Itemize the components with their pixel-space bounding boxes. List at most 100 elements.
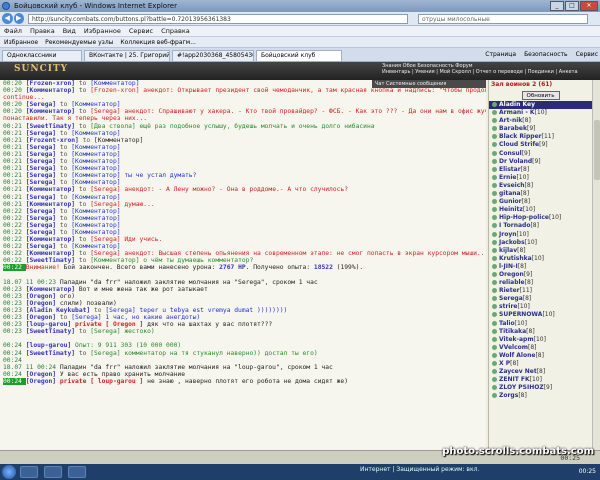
tab-vkontakte[interactable]: ВКонтакте | 25. Григорий ... (84, 50, 170, 61)
chat-segment[interactable]: [Serega] (26, 144, 56, 151)
menu-item-2[interactable]: Вид (63, 27, 76, 35)
chat-segment[interactable]: [loup-garou] (26, 342, 72, 349)
user-name[interactable]: Heinitz (499, 206, 523, 213)
minimize-button[interactable]: _ (550, 1, 564, 11)
user-name[interactable]: reliable (499, 279, 525, 286)
chat-segment[interactable]: [Serega] (26, 101, 56, 108)
forward-icon[interactable]: ▶ (13, 13, 24, 24)
user-name[interactable]: Titikaka (499, 328, 526, 335)
chat-segment[interactable]: [Комментатор] (26, 286, 75, 293)
close-button[interactable]: ✕ (580, 1, 598, 11)
back-icon[interactable]: ◀ (2, 13, 13, 24)
user-name[interactable]: Serega (499, 295, 523, 302)
user-list-item[interactable]: Heinitz[10] (489, 206, 592, 214)
favorite-item-2[interactable]: Коллекция веб-фрагм... (120, 39, 196, 46)
user-name[interactable]: ZENIT FK (499, 376, 530, 383)
chat-segment[interactable]: [Aladin Keykubat] (26, 307, 90, 314)
user-list-item[interactable]: Rieter[11] (489, 287, 592, 295)
user-name[interactable]: Dr Voland (499, 158, 532, 165)
user-list-item[interactable]: Wolf Alone[8] (489, 352, 592, 360)
chat-segment[interactable]: [Комментатор] (26, 201, 75, 208)
favorite-item-1[interactable]: Рекомендуемые узлы (45, 39, 113, 46)
menu-item-1[interactable]: Правка (30, 27, 55, 35)
user-name[interactable]: Aladin Key (499, 101, 535, 108)
user-name[interactable]: Evseich (499, 182, 525, 189)
user-name[interactable]: Jroyn (499, 231, 517, 238)
taskbar-media-icon[interactable] (68, 466, 86, 478)
user-name[interactable]: I Tornado (499, 222, 530, 229)
user-list-item[interactable]: Art-nik[8] (489, 117, 592, 125)
url-input[interactable]: http://suncity.combats.com/buttons.pl?ba… (28, 14, 408, 24)
chat-segment[interactable]: [Oregon] (26, 371, 56, 378)
user-list-item[interactable]: Zorgs[8] (489, 392, 592, 400)
chat-segment[interactable]: [Frozen-xron] (26, 80, 75, 87)
user-name[interactable]: VVelcom (499, 344, 528, 351)
user-name[interactable]: Vitek-apm (499, 336, 534, 343)
user-name[interactable]: Elistar (499, 166, 521, 173)
user-name[interactable]: Hip-Hop-police (499, 214, 549, 221)
user-list-item[interactable]: Talio[10] (489, 320, 592, 328)
start-button-icon[interactable] (2, 465, 16, 479)
chat-segment[interactable]: [SweetTimaty] (26, 123, 75, 130)
menu-item-5[interactable]: Справка (161, 27, 190, 35)
user-name[interactable]: Wolf Alone (499, 352, 535, 359)
tab-odnoklassniki[interactable]: Одноклассники (2, 50, 82, 61)
search-input[interactable]: отруцы милосольные (418, 14, 588, 24)
user-name[interactable]: ZLOY PSIHOZ (499, 384, 544, 391)
chat-segment[interactable]: [Serega] (26, 130, 56, 137)
user-list-item[interactable]: Hip-Hop-police[10] (489, 214, 592, 222)
chat-segment[interactable]: [loup-garou] (26, 321, 72, 328)
chat-segment[interactable]: [Serega] (26, 151, 56, 158)
user-list-item[interactable]: Ernie[10] (489, 174, 592, 182)
chat-segment[interactable]: [SweetTimaty] (26, 257, 75, 264)
chat-segment[interactable]: [Serega] (26, 243, 56, 250)
game-menuline[interactable]: Инвентарь | Умения | Мой Скролл | Отчет … (382, 69, 600, 75)
user-name[interactable]: Krutishka (499, 255, 532, 262)
user-list-item[interactable]: Consul[9] (489, 150, 592, 158)
user-list-item[interactable]: Aladin Key[11] (489, 101, 592, 110)
user-name[interactable]: Armani - K (499, 109, 535, 116)
user-list-item[interactable]: Jroyn[10] (489, 231, 592, 239)
command-2[interactable]: Сервис (576, 51, 598, 58)
chat-segment[interactable]: [Комментатор] (26, 236, 75, 243)
user-list-item[interactable]: Black Ripper[11] (489, 133, 592, 141)
chat-segment[interactable]: [Serega] (26, 172, 56, 179)
user-name[interactable]: Zorgs (499, 392, 518, 399)
user-list-item[interactable]: Barabek[9] (489, 125, 592, 133)
chat-segment[interactable]: 2767 HP (219, 264, 246, 271)
chat-segment[interactable]: [Комментатор] (26, 108, 75, 115)
user-name[interactable]: Zaycev Net (499, 368, 537, 375)
user-list-item[interactable]: l-JIN-I[8] (489, 263, 592, 271)
user-name[interactable]: kijlav (499, 247, 517, 254)
user-name[interactable]: Consul (499, 150, 522, 157)
user-list-item[interactable]: X P[8] (489, 360, 592, 368)
user-list-item[interactable]: Jackobs[10] (489, 239, 592, 247)
chat-segment[interactable]: [Комментатор] (26, 186, 75, 193)
user-name[interactable]: SUPERNOWA (499, 311, 542, 318)
user-list-item[interactable]: Gunior[8] (489, 198, 592, 206)
chat-segment[interactable]: [Oregon] (26, 378, 56, 385)
user-name[interactable]: l-JIN-I (499, 263, 518, 270)
chat-segment[interactable]: [Serega] (26, 229, 56, 236)
command-1[interactable]: Безопасность (524, 51, 568, 58)
chat-segment[interactable]: [Oregon] (26, 314, 56, 321)
chat-tabs[interactable]: Чат Системные сообщения (372, 80, 486, 88)
chat-segment[interactable]: 18522 (314, 264, 333, 271)
menu-item-4[interactable]: Сервис (129, 27, 153, 35)
user-list-item[interactable]: strire[10] (489, 303, 592, 311)
chat-segment[interactable]: [Комментатор] (26, 250, 75, 257)
chat-segment[interactable]: [Serega] (26, 158, 56, 165)
user-name[interactable]: Ernie (499, 174, 516, 181)
scrollbar[interactable] (592, 80, 600, 450)
user-list-item[interactable]: VVelcom[8] (489, 344, 592, 352)
chat-segment[interactable]: [Oregon] (26, 293, 56, 300)
user-name[interactable]: Cloud Strife (499, 141, 539, 148)
user-name[interactable]: strire (499, 303, 517, 310)
taskbar-explorer-icon[interactable] (20, 466, 38, 478)
menu-item-0[interactable]: Файл (4, 27, 22, 35)
chat-segment[interactable]: [Serega] (26, 208, 56, 215)
user-list-item[interactable]: Dr Voland[9] (489, 158, 592, 166)
refresh-button[interactable]: Обновить (521, 91, 560, 100)
user-list-item[interactable]: I Tornado[8] (489, 222, 592, 230)
user-list-item[interactable]: Cloud Strife[9] (489, 141, 592, 149)
